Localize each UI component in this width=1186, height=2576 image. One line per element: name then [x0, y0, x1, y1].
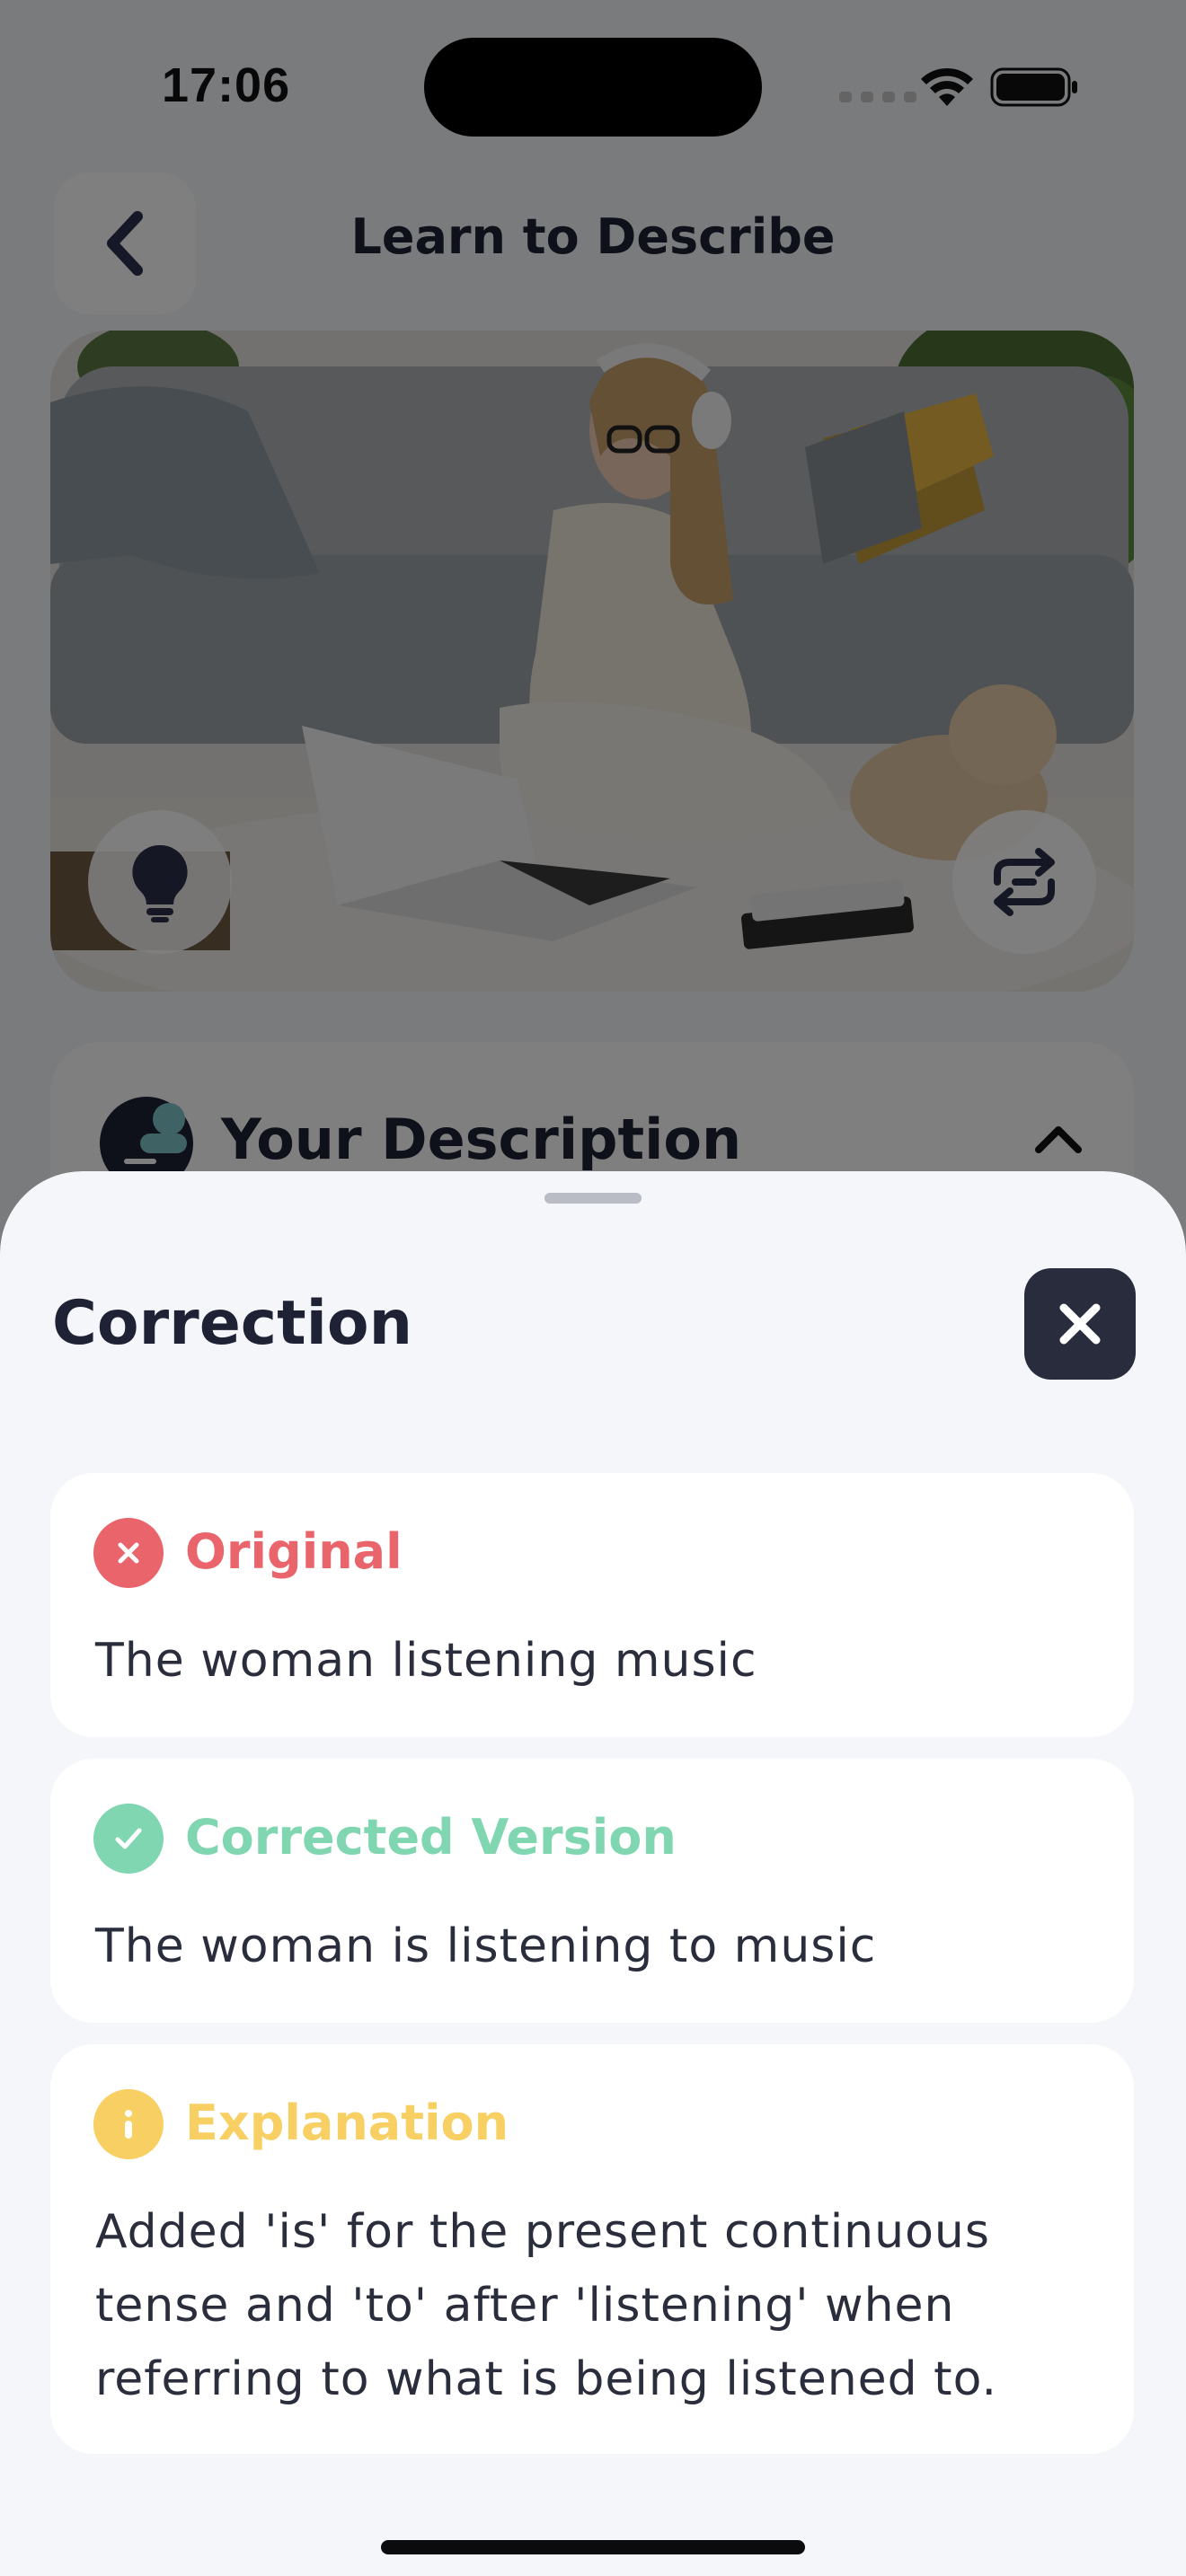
explanation-card: Explanation Added 'is' for the present c… — [50, 2044, 1134, 2454]
explanation-heading: Explanation — [185, 2095, 509, 2151]
corrected-card: Corrected Version The woman is listening… — [50, 1759, 1134, 2023]
original-text: The woman listening music — [95, 1634, 757, 1688]
corrected-heading: Corrected Version — [185, 1809, 677, 1866]
sheet-title: Correction — [52, 1288, 413, 1359]
x-circle-icon — [93, 1518, 164, 1588]
sheet-grabber[interactable] — [544, 1193, 642, 1204]
correction-sheet: Correction Original The woman listening … — [0, 1171, 1186, 2576]
explanation-text: Added 'is' for the present continuous te… — [95, 2205, 997, 2406]
home-indicator — [381, 2540, 805, 2554]
close-button[interactable] — [1024, 1268, 1136, 1380]
check-circle-icon — [93, 1804, 164, 1874]
close-icon — [1059, 1303, 1101, 1345]
corrected-text: The woman is listening to music — [95, 1919, 877, 1973]
original-heading: Original — [185, 1523, 403, 1580]
original-card: Original The woman listening music — [50, 1473, 1134, 1737]
info-circle-icon — [93, 2089, 164, 2159]
